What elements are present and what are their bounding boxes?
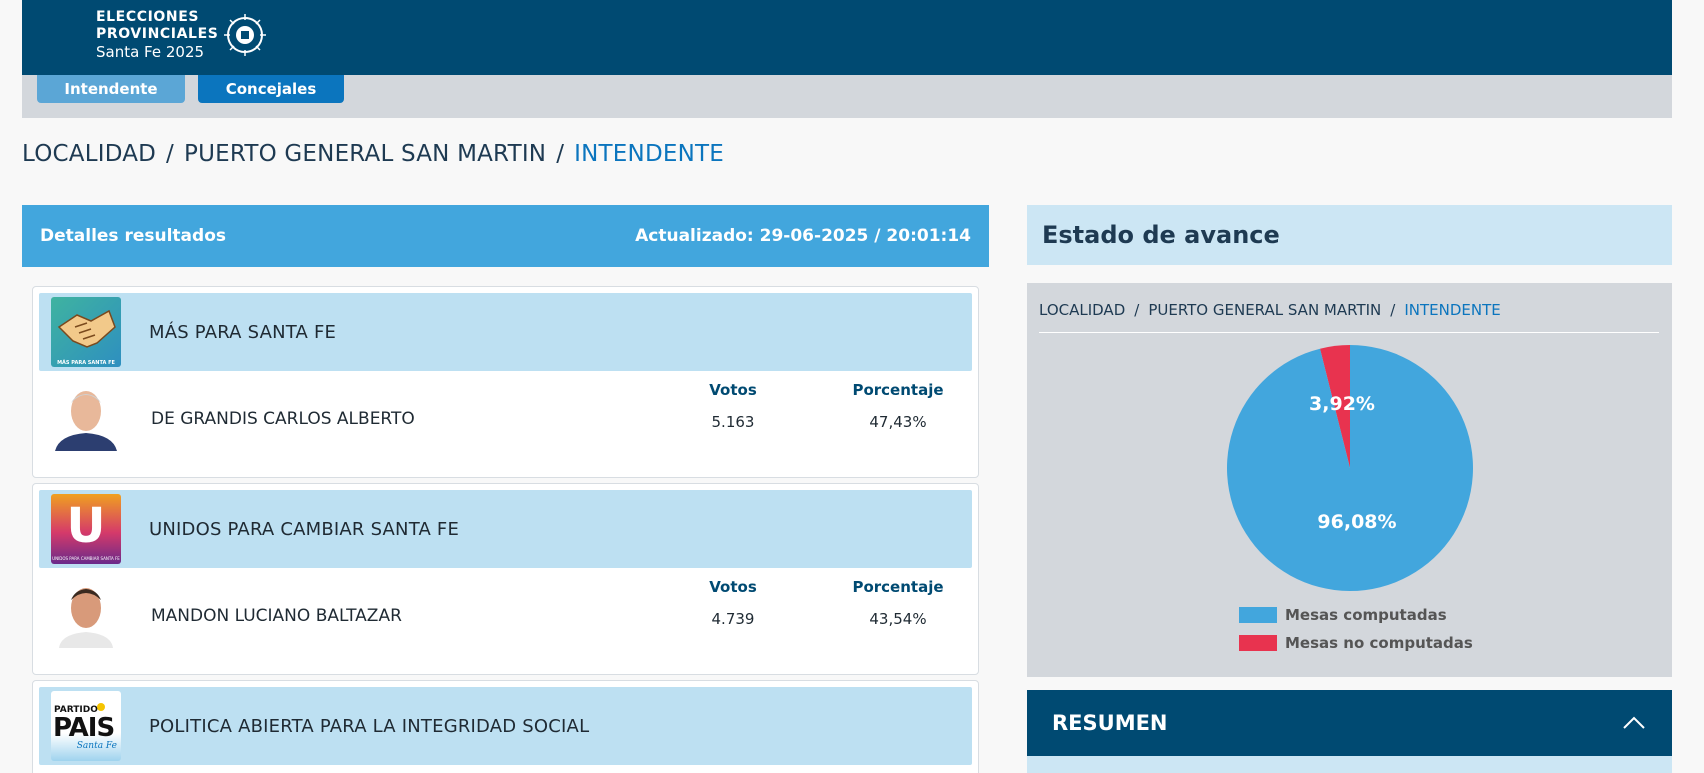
panel-breadcrumb-item[interactable]: LOCALIDAD bbox=[1039, 301, 1125, 319]
legend-item: Mesas no computadas bbox=[1239, 629, 1473, 657]
party-logo-caption: UNIDOS PARA CAMBIAR SANTA FE bbox=[52, 556, 120, 561]
summary-body bbox=[1027, 756, 1672, 773]
progress-title: Estado de avance bbox=[1042, 221, 1280, 249]
summary-accordion-header[interactable]: RESUMEN bbox=[1027, 690, 1672, 756]
province-seal-icon bbox=[224, 14, 267, 56]
candidate-photo bbox=[51, 578, 121, 648]
progress-panel: LOCALIDAD / PUERTO GENERAL SAN MARTIN / INTE… bbox=[1027, 283, 1672, 677]
tab-bar: Intendente Concejales bbox=[22, 75, 1672, 118]
candidate-name: MANDON LUCIANO BALTAZAR bbox=[151, 606, 402, 626]
panel-divider bbox=[1039, 332, 1659, 333]
party-row: U UNIDOS PARA CAMBIAR SANTA FE UNIDOS PA… bbox=[39, 490, 972, 568]
pie-legend: Mesas computadas Mesas no computadas bbox=[1239, 601, 1473, 657]
breadcrumb-separator: / bbox=[1134, 301, 1140, 319]
results-title: Detalles resultados bbox=[40, 226, 226, 246]
percent-header: Porcentaje bbox=[852, 578, 944, 596]
updated-timestamp: Actualizado: 29-06-2025 / 20:01:14 bbox=[635, 226, 971, 246]
pie-label-no-computadas: 3,92% bbox=[1309, 393, 1375, 415]
votes-header: Votos bbox=[709, 381, 757, 399]
legend-label: Mesas no computadas bbox=[1285, 634, 1473, 652]
breadcrumb-item-locality[interactable]: PUERTO GENERAL SAN MARTIN bbox=[184, 141, 546, 167]
party-logo-dot bbox=[97, 703, 105, 711]
logo-line-2: PROVINCIALES bbox=[96, 25, 219, 42]
results-header: Detalles resultados Actualizado: 29-06-2… bbox=[22, 205, 989, 267]
party-card: PARTIDO PAIS Santa Fe POLITICA ABIERTA P… bbox=[32, 680, 979, 773]
panel-breadcrumb: LOCALIDAD / PUERTO GENERAL SAN MARTIN / INTE… bbox=[1039, 301, 1501, 319]
party-name: POLITICA ABIERTA PARA LA INTEGRIDAD SOCI… bbox=[149, 715, 590, 737]
candidate-row: DE GRANDIS CARLOS ALBERTO Votos Porcenta… bbox=[33, 371, 978, 467]
legend-item: Mesas computadas bbox=[1239, 601, 1473, 629]
elections-logo[interactable]: ELECCIONES PROVINCIALES Santa Fe 2025 bbox=[96, 9, 267, 62]
party-name: MÁS PARA SANTA FE bbox=[149, 321, 337, 343]
party-logo: PARTIDO PAIS Santa Fe bbox=[51, 691, 121, 761]
candidate-name: DE GRANDIS CARLOS ALBERTO bbox=[151, 409, 415, 429]
breadcrumb-separator: / bbox=[166, 141, 174, 167]
party-logo-letter: U bbox=[66, 498, 106, 554]
pie-label-computadas: 96,08% bbox=[1317, 511, 1396, 533]
party-logo-word-3: Santa Fe bbox=[76, 741, 117, 751]
panel-breadcrumb-item[interactable]: PUERTO GENERAL SAN MARTIN bbox=[1148, 301, 1381, 319]
summary-title: RESUMEN bbox=[1052, 711, 1168, 735]
votes-header: Votos bbox=[709, 578, 757, 596]
percent-header: Porcentaje bbox=[852, 381, 944, 399]
percent-value: 43,54% bbox=[869, 610, 927, 628]
chevron-up-icon[interactable] bbox=[1622, 716, 1646, 730]
party-logo: MÁS PARA SANTA FE bbox=[51, 297, 121, 367]
handshake-icon bbox=[57, 309, 116, 348]
party-logo: U UNIDOS PARA CAMBIAR SANTA FE bbox=[51, 494, 121, 564]
percent-value: 47,43% bbox=[869, 413, 927, 431]
legend-swatch-computadas bbox=[1239, 607, 1277, 623]
tab-concejales[interactable]: Concejales bbox=[198, 75, 344, 103]
breadcrumb-separator: / bbox=[556, 141, 565, 167]
party-card: MÁS PARA SANTA FE MÁS PARA SANTA FE DE G… bbox=[32, 286, 979, 478]
breadcrumb: LOCALIDAD / PUERTO GENERAL SAN MARTIN / INTE… bbox=[22, 141, 724, 167]
logo-line-3: Santa Fe 2025 bbox=[96, 42, 205, 61]
progress-pie-chart: 3,92% 96,08% bbox=[1227, 345, 1473, 591]
party-row: MÁS PARA SANTA FE MÁS PARA SANTA FE bbox=[39, 293, 972, 371]
party-logo-word-2: PAIS bbox=[53, 713, 115, 743]
candidate-row: MANDON LUCIANO BALTAZAR Votos Porcentaje… bbox=[33, 568, 978, 664]
votes-value: 4.739 bbox=[711, 610, 755, 628]
tab-intendente[interactable]: Intendente bbox=[37, 75, 185, 103]
panel-breadcrumb-current: INTENDENTE bbox=[1404, 301, 1501, 319]
votes-value: 5.163 bbox=[711, 413, 755, 431]
top-bar: ELECCIONES PROVINCIALES Santa Fe 2025 bbox=[22, 0, 1672, 75]
breadcrumb-item-current: INTENDENTE bbox=[574, 141, 724, 167]
logo-line-1: ELECCIONES bbox=[96, 9, 200, 25]
party-row: PARTIDO PAIS Santa Fe POLITICA ABIERTA P… bbox=[39, 687, 972, 765]
party-logo-caption: MÁS PARA SANTA FE bbox=[57, 360, 115, 366]
breadcrumb-item-localidad[interactable]: LOCALIDAD bbox=[22, 141, 156, 167]
party-name: UNIDOS PARA CAMBIAR SANTA FE bbox=[149, 518, 460, 540]
pie-slice-computadas bbox=[1227, 345, 1473, 591]
breadcrumb-separator: / bbox=[1390, 301, 1396, 319]
legend-swatch-no-computadas bbox=[1239, 635, 1277, 651]
candidate-photo bbox=[51, 381, 121, 451]
progress-title-band: Estado de avance bbox=[1027, 205, 1672, 265]
party-card: U UNIDOS PARA CAMBIAR SANTA FE UNIDOS PA… bbox=[32, 483, 979, 675]
legend-label: Mesas computadas bbox=[1285, 606, 1447, 624]
